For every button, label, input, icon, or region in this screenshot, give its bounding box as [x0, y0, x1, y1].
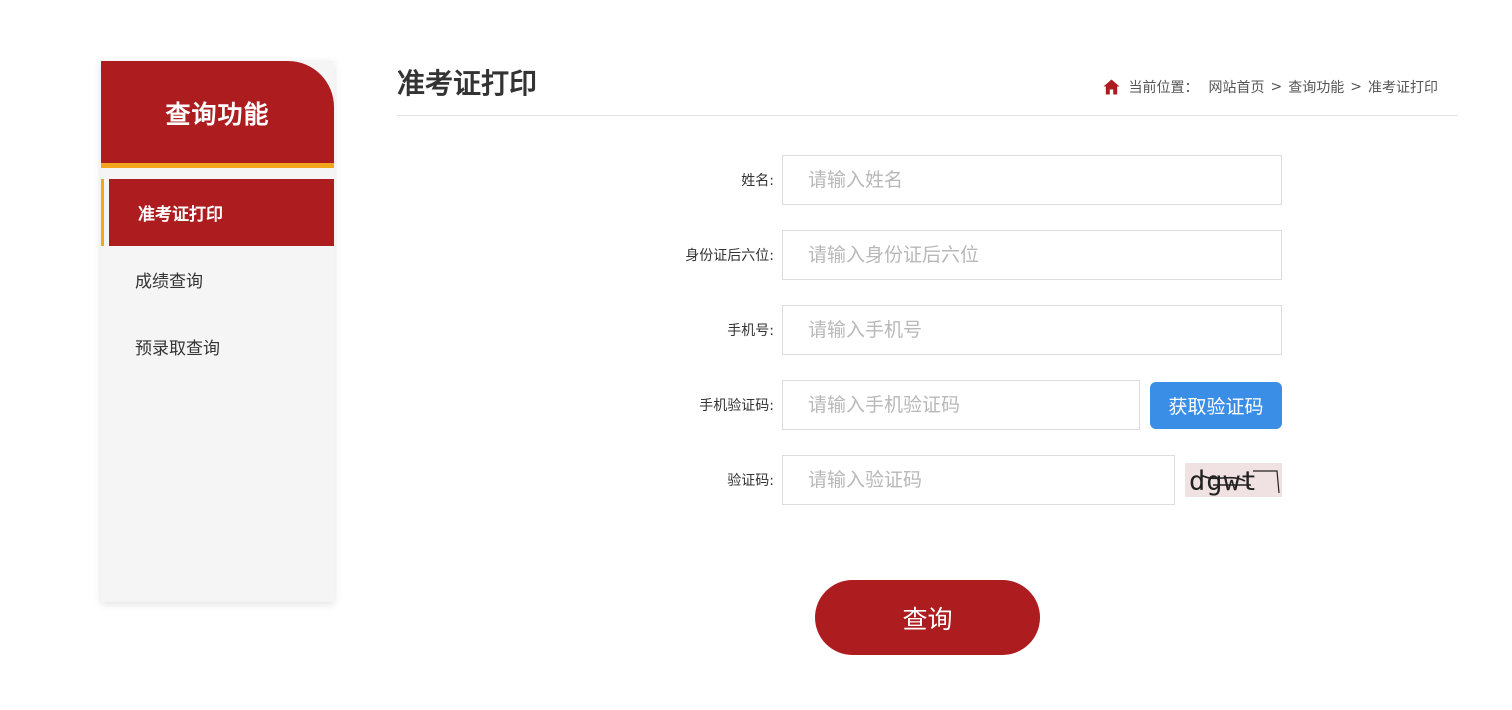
captcha-label: 验证码: [727, 473, 774, 489]
sidebar-item-label: 预录取查询 [135, 339, 220, 359]
form-row-id: 身份证后六位: [600, 230, 1282, 280]
form-row-captcha: 验证码: dgwt [600, 455, 1282, 505]
sidebar-title: 查询功能 [165, 100, 270, 129]
name-label: 姓名: [741, 173, 774, 189]
phone-label: 手机号: [727, 323, 774, 339]
id-last6-label: 身份证后六位: [685, 248, 774, 264]
form-row-phone: 手机号: [600, 305, 1282, 355]
captcha-image[interactable]: dgwt [1185, 463, 1282, 497]
sidebar: 查询功能 准考证打印 成绩查询 预录取查询 [101, 61, 334, 602]
home-icon [1103, 79, 1120, 95]
breadcrumb-query-link[interactable]: 查询功能 [1288, 77, 1344, 97]
sidebar-item-label: 准考证打印 [138, 205, 223, 225]
captcha-text: dgwt [1189, 466, 1258, 497]
query-button[interactable]: 查询 [815, 580, 1040, 655]
sms-code-label: 手机验证码: [699, 398, 774, 414]
breadcrumb-separator: > [1350, 79, 1362, 95]
breadcrumb: 当前位置： 网站首页 > 查询功能 > 准考证打印 [1103, 77, 1438, 97]
page-title: 准考证打印 [397, 67, 538, 100]
sidebar-item-admission-ticket[interactable]: 准考证打印 [101, 179, 334, 246]
form-row-sms: 手机验证码: 获取验证码 [600, 380, 1282, 430]
breadcrumb-home-link[interactable]: 网站首页 [1209, 77, 1265, 97]
form-row-name: 姓名: [600, 155, 1282, 205]
captcha-input[interactable] [782, 455, 1175, 505]
sidebar-item-pre-admission-query[interactable]: 预录取查询 [101, 313, 334, 380]
get-sms-code-button[interactable]: 获取验证码 [1150, 381, 1282, 429]
phone-input[interactable] [782, 305, 1282, 355]
breadcrumb-separator: > [1270, 79, 1283, 95]
sidebar-menu: 准考证打印 成绩查询 预录取查询 [101, 179, 334, 380]
sms-code-input[interactable] [782, 380, 1140, 430]
id-last6-input[interactable] [782, 230, 1282, 280]
page: 查询功能 准考证打印 成绩查询 预录取查询 准考证打印 当前位置： 网站首页 >… [0, 0, 1512, 710]
breadcrumb-current: 准考证打印 [1368, 80, 1438, 96]
sidebar-header: 查询功能 [101, 61, 334, 168]
sidebar-item-score-query[interactable]: 成绩查询 [101, 246, 334, 313]
sidebar-item-label: 成绩查询 [135, 272, 203, 292]
name-input[interactable] [782, 155, 1282, 205]
main-header: 准考证打印 当前位置： 网站首页 > 查询功能 > 准考证打印 [397, 60, 1458, 116]
breadcrumb-label: 当前位置： [1128, 80, 1199, 96]
